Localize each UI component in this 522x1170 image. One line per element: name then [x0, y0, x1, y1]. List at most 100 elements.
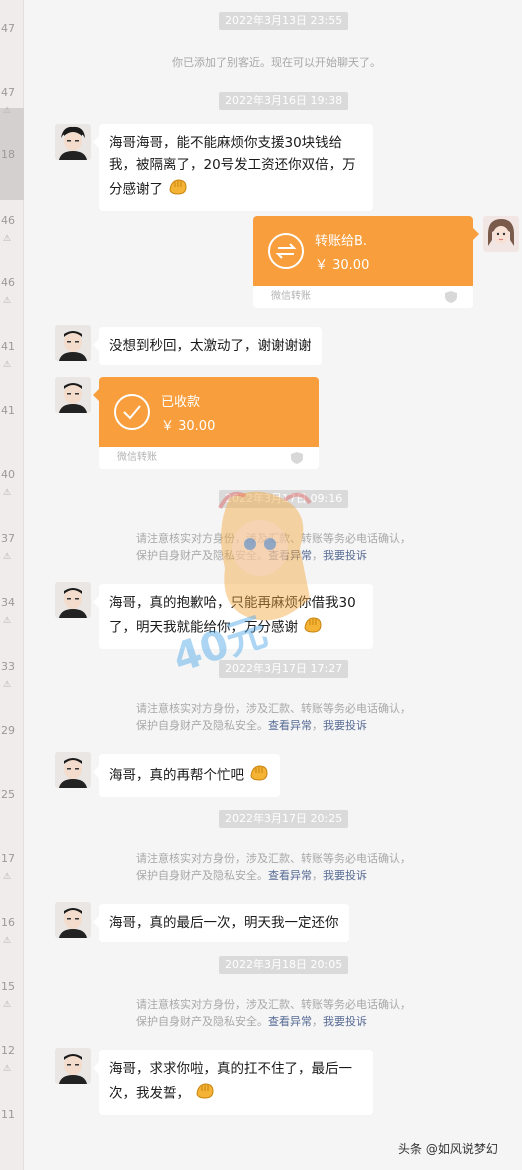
conversation-time: 41 — [1, 340, 15, 353]
conversation-time: 47 — [1, 86, 15, 99]
message-text: 没想到秒回，太激动了，谢谢谢谢 — [109, 338, 312, 354]
contact-avatar[interactable] — [55, 325, 91, 361]
conversation-item[interactable]: 46 ⚠ — [0, 214, 24, 246]
fist-emoji-icon — [194, 1080, 216, 1107]
conversation-time: 46 — [1, 276, 15, 289]
warning-line: 保护自身财产及隐私安全。 — [136, 719, 268, 732]
conversation-time: 16 — [1, 916, 15, 929]
mute-icon: ⚠ — [3, 872, 12, 882]
report-link[interactable]: 我要投诉 — [323, 1015, 367, 1028]
system-message: 你已添加了别客近。现在可以开始聊天了。 — [172, 56, 381, 69]
transfer-amount: ￥ 30.00 — [161, 419, 216, 434]
conversation-item[interactable]: 12 ⚠ — [0, 1044, 24, 1076]
transfer-icon — [267, 232, 305, 274]
mute-icon: ⚠ — [3, 1064, 12, 1074]
check-anomaly-link[interactable]: 查看异常 — [268, 869, 312, 882]
warning-line: 请注意核实对方身份，涉及汇款、转账等务必电话确认， — [136, 702, 411, 715]
conversation-time: 47 — [1, 22, 15, 35]
mute-icon: ⚠ — [3, 680, 12, 690]
check-anomaly-link[interactable]: 查看异常 — [268, 549, 312, 562]
conversation-item[interactable]: 18 — [0, 148, 24, 161]
fist-emoji-icon — [167, 176, 189, 203]
contact-avatar[interactable] — [55, 582, 91, 618]
fist-emoji-icon — [248, 762, 270, 789]
conversation-item[interactable]: 34 ⚠ — [0, 596, 24, 628]
warning-line: 保护自身财产及隐私安全。 — [136, 869, 268, 882]
conversation-time: 11 — [1, 1108, 15, 1121]
warning-line: 请注意核实对方身份，涉及汇款、转账等务必电话确认， — [136, 532, 411, 545]
conversation-time: 41 — [1, 404, 15, 417]
timestamp: 2022年3月17日 09:16 — [219, 490, 349, 508]
message-text: 海哥海哥，能不能麻烦你支援30块钱给我，被隔离了，20号发工资还你双倍，万分感谢… — [109, 135, 356, 198]
conversation-item[interactable]: 33 ⚠ — [0, 660, 24, 692]
transfer-label: 已收款 — [161, 395, 201, 410]
conversation-item[interactable]: 47 ⚠ — [0, 86, 24, 118]
security-warning: 请注意核实对方身份，涉及汇款、转账等务必电话确认， 保护自身财产及隐私安全。查看… — [136, 998, 411, 1028]
shield-icon — [443, 290, 459, 308]
message-bubble[interactable]: 海哥，求求你啦，真的扛不住了，最后一次，我发誓， — [93, 1050, 373, 1115]
conversation-time: 25 — [1, 788, 15, 801]
conversation-item[interactable]: 46 ⚠ — [0, 276, 24, 308]
message-bubble[interactable]: 海哥，真的最后一次，明天我一定还你 — [93, 904, 349, 942]
message-bubble[interactable]: 海哥海哥，能不能麻烦你支援30块钱给我，被隔离了，20号发工资还你双倍，万分感谢… — [93, 124, 373, 211]
message-text: 海哥，求求你啦，真的扛不住了，最后一次，我发誓， — [109, 1061, 352, 1102]
conversation-time: 37 — [1, 532, 15, 545]
contact-avatar[interactable] — [55, 752, 91, 788]
contact-avatar[interactable] — [55, 377, 91, 413]
mute-icon: ⚠ — [3, 936, 12, 946]
message-bubble[interactable]: 海哥，真的再帮个忙吧 — [92, 754, 281, 797]
mute-icon: ⚠ — [3, 552, 12, 562]
timestamp: 2022年3月18日 20:05 — [219, 956, 349, 974]
check-icon — [113, 393, 151, 435]
message-bubble[interactable]: 海哥，真的抱歉哈，只能再麻烦你借我30了，明天我就能给你，万分感谢 — [93, 584, 373, 649]
conversation-time: 29 — [1, 724, 15, 737]
transfer-card-received[interactable]: 已收款 ￥ 30.00 微信转账 — [99, 377, 319, 469]
mute-icon: ⚠ — [3, 296, 12, 306]
mute-icon: ⚠ — [3, 106, 12, 116]
security-warning: 请注意核实对方身份，涉及汇款、转账等务必电话确认， 保护自身财产及隐私安全。查看… — [136, 532, 411, 562]
conversation-item[interactable]: 40 ⚠ — [0, 468, 24, 500]
mute-icon: ⚠ — [3, 360, 12, 370]
report-link[interactable]: 我要投诉 — [323, 549, 367, 562]
timestamp: 2022年3月13日 23:55 — [219, 12, 349, 30]
conversation-time: 34 — [1, 596, 15, 609]
message-text: 海哥，真的最后一次，明天我一定还你 — [109, 915, 339, 931]
conversation-item[interactable]: 29 — [0, 724, 24, 737]
warning-line: 保护自身财产及隐私安全。 — [136, 1015, 268, 1028]
conversation-item[interactable]: 25 — [0, 788, 24, 801]
conversation-item[interactable]: 47 — [0, 22, 24, 35]
transfer-amount: ￥ 30.00 — [315, 258, 370, 273]
conversation-time: 33 — [1, 660, 15, 673]
mute-icon: ⚠ — [3, 1000, 12, 1010]
contact-avatar[interactable] — [55, 902, 91, 938]
transfer-card-sent[interactable]: 转账给B. ￥ 30.00 微信转账 — [253, 216, 473, 308]
message-bubble[interactable]: 没想到秒回，太激动了，谢谢谢谢 — [93, 327, 322, 365]
conversation-time: 40 — [1, 468, 15, 481]
conversation-item[interactable]: 17 ⚠ — [0, 852, 24, 884]
conversation-list-strip[interactable]: 47 47 ⚠ 18 46 ⚠ 46 ⚠ 41 ⚠ 41 40 ⚠ 37 ⚠ 34 ⚠ 33 ⚠… — [0, 0, 24, 1170]
contact-avatar[interactable] — [55, 124, 91, 160]
conversation-time: 15 — [1, 980, 15, 993]
conversation-time: 12 — [1, 1044, 15, 1057]
conversation-item[interactable]: 37 ⚠ — [0, 532, 24, 564]
contact-avatar[interactable] — [55, 1048, 91, 1084]
timestamp: 2022年3月17日 20:25 — [219, 810, 349, 828]
conversation-item[interactable]: 15 ⚠ — [0, 980, 24, 1012]
mute-icon: ⚠ — [3, 616, 12, 626]
transfer-label: 转账给B. — [315, 234, 368, 249]
check-anomaly-link[interactable]: 查看异常 — [268, 719, 312, 732]
check-anomaly-link[interactable]: 查看异常 — [268, 1015, 312, 1028]
conversation-time: 18 — [1, 148, 15, 161]
mute-icon: ⚠ — [3, 488, 12, 498]
my-avatar[interactable] — [483, 216, 519, 252]
transfer-footer: 微信转账 — [271, 291, 311, 302]
conversation-item[interactable]: 41 — [0, 404, 24, 417]
report-link[interactable]: 我要投诉 — [323, 869, 367, 882]
conversation-item[interactable]: 11 — [0, 1108, 24, 1121]
warning-line: 请注意核实对方身份，涉及汇款、转账等务必电话确认， — [136, 852, 411, 865]
report-link[interactable]: 我要投诉 — [323, 719, 367, 732]
conversation-item[interactable]: 16 ⚠ — [0, 916, 24, 948]
fist-emoji-icon — [302, 614, 324, 641]
conversation-time: 17 — [1, 852, 15, 865]
conversation-item[interactable]: 41 ⚠ — [0, 340, 24, 372]
